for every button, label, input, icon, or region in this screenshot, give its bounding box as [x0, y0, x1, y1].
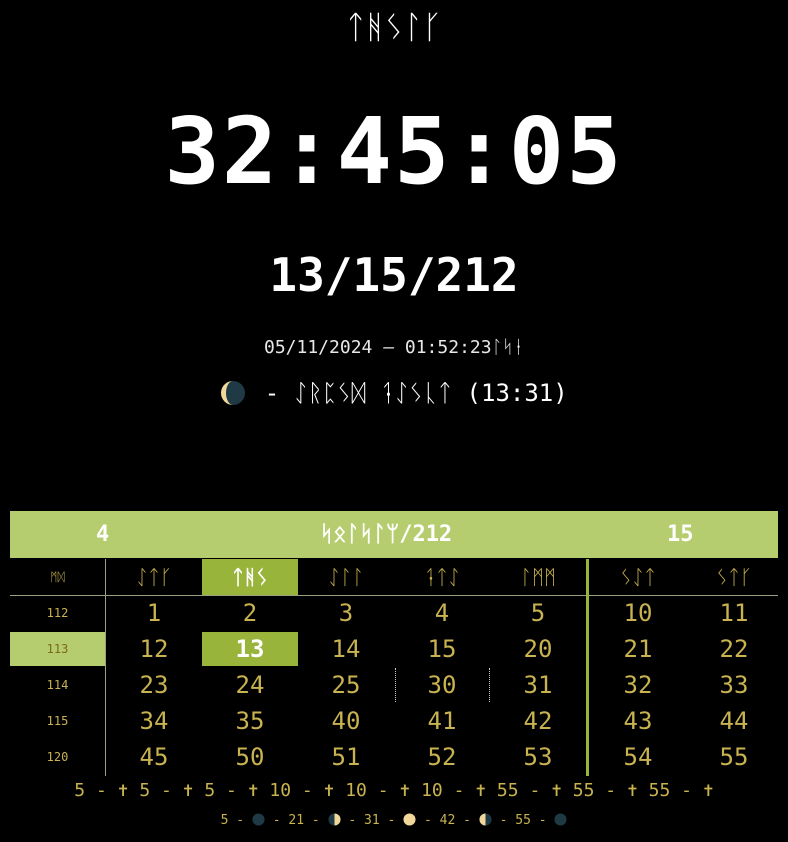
week-number: 114	[46, 678, 69, 692]
full-moon-icon	[403, 813, 416, 826]
phase-day: 5	[220, 813, 229, 828]
day-cell[interactable]: 41	[394, 704, 490, 738]
day-cell[interactable]: 42	[490, 704, 586, 738]
day-cell[interactable]: 21	[590, 632, 686, 666]
day-cell[interactable]: 5	[490, 596, 586, 630]
day-cell[interactable]: 10	[590, 596, 686, 630]
weekday-header: ᛑᛏᛇ	[424, 565, 460, 589]
phase-day: 42	[439, 813, 456, 828]
waning-crescent-moon-icon	[221, 381, 246, 405]
day-cell[interactable]: 52	[394, 740, 490, 774]
phase-day: 21	[288, 813, 305, 828]
week-number: 120	[46, 750, 69, 764]
weekend-divider	[586, 559, 589, 776]
day-cell[interactable]: 32	[590, 668, 686, 702]
moon-status-text: - ᛇᚱᛈᛊᛞ ᛑᛇᛊᚳᛏ (13:31)	[264, 379, 568, 407]
day-cell[interactable]: 54	[590, 740, 686, 774]
week-number: 112	[46, 606, 69, 620]
calendar-header: 4 ᛋᛟᛚᛋᛚᛘ/212 15	[10, 511, 778, 558]
weekday-title: ᛏᚻᛊᛚᚴ	[345, 8, 442, 46]
calendar-date: 13/15/212	[269, 248, 519, 302]
day-cell[interactable]: 51	[298, 740, 394, 774]
new-moon-icon	[554, 813, 567, 826]
day-cell[interactable]: 30	[394, 668, 490, 702]
header-right-value: 15	[667, 522, 694, 547]
day-cell[interactable]: 14	[298, 632, 394, 666]
day-cell[interactable]: 44	[686, 704, 782, 738]
day-cell[interactable]: 11	[686, 596, 782, 630]
day-cell[interactable]: 50	[202, 740, 298, 774]
clock-time: 32:45:05	[164, 98, 624, 205]
header-left-value: 4	[96, 522, 110, 547]
day-cell[interactable]: 35	[202, 704, 298, 738]
week-number: 115	[46, 714, 69, 728]
day-cell[interactable]: 43	[590, 704, 686, 738]
day-cell[interactable]: 55	[686, 740, 782, 774]
earth-datetime: 05/11/2024 — 01:52:23ᛚᛋᛂ	[264, 337, 524, 358]
day-cell[interactable]: 25	[298, 668, 394, 702]
phase-day: 31	[364, 813, 380, 828]
day-cell[interactable]: 34	[106, 704, 202, 738]
day-cell[interactable]: 15	[394, 632, 490, 666]
moon-status-line: - ᛇᚱᛈᛊᛞ ᛑᛇᛊᚳᛏ (13:31)	[0, 379, 788, 407]
day-cell[interactable]: 1	[106, 596, 202, 630]
day-cell[interactable]: 2	[202, 596, 298, 630]
holidays-line: 5 - ✝ 5 - ✝ 5 - ✝ 10 - ✝ 10 - ✝ 10 - ✝ 5…	[74, 780, 714, 801]
day-cell[interactable]: 40	[298, 704, 394, 738]
day-cell[interactable]: 33	[686, 668, 782, 702]
day-cell[interactable]: 23	[106, 668, 202, 702]
day-cell[interactable]: 12	[106, 632, 202, 666]
day-cell[interactable]: 31	[490, 668, 586, 702]
day-cell[interactable]: 22	[686, 632, 782, 666]
calendar-grid: 4 ᛋᛟᛚᛋᛚᛘ/212 15 ᛗᛞ ᛇᛏᚴ ᛏᚻᛊ ᛇᛚᛚ ᛑᛏᛇ ᛚᛗᛗ ᛊᛇᛏ ᛊᛏᚴ…	[10, 511, 778, 776]
weekday-header: ᛚᛗᛗ	[520, 565, 556, 589]
day-cell[interactable]: 20	[490, 632, 586, 666]
day-cell[interactable]: 45	[106, 740, 202, 774]
moon-phases-line: 5 - - 21 - - 31 - - 42 - - 55 -	[0, 813, 788, 828]
weekday-header: ᛊᛏᚴ	[716, 565, 752, 589]
first-quarter-moon-icon	[327, 813, 341, 826]
day-cell[interactable]: 3	[298, 596, 394, 630]
day-cell-today[interactable]: 13	[202, 632, 298, 666]
weekday-header: ᛊᛇᛏ	[620, 565, 656, 589]
last-quarter-moon-icon	[479, 813, 492, 826]
day-cell[interactable]: 24	[202, 668, 298, 702]
week-column-header: ᛗᛞ	[50, 570, 65, 584]
phase-day: 55	[515, 813, 531, 828]
header-month-year: ᛋᛟᛚᛋᛚᛘ/212	[320, 522, 453, 547]
weekday-header: ᛇᛏᚴ	[136, 565, 172, 589]
day-cell[interactable]: 53	[490, 740, 586, 774]
weekday-header: ᛏᚻᛊ	[202, 559, 298, 595]
week-number: 113	[10, 632, 105, 666]
new-moon-icon	[252, 813, 265, 826]
day-cell[interactable]: 4	[394, 596, 490, 630]
weekday-header: ᛇᛚᛚ	[328, 565, 364, 589]
